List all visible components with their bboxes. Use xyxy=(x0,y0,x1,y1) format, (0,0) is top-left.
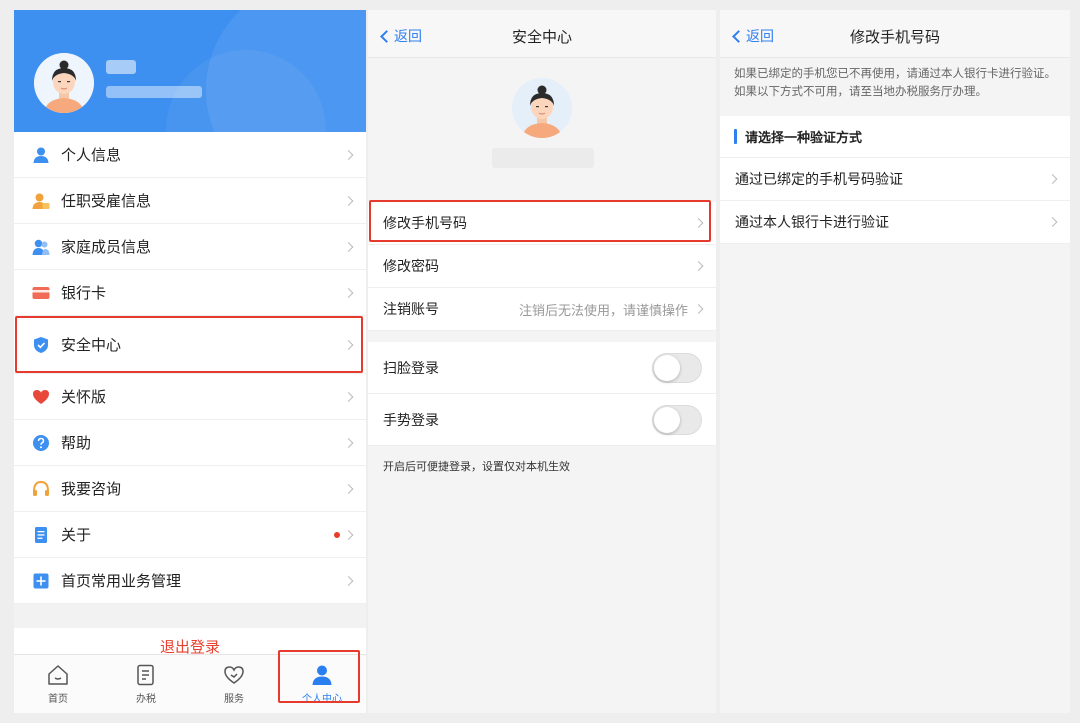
row-face-login: 扫脸登录 xyxy=(368,342,716,394)
chevron-right-icon xyxy=(1047,217,1058,227)
tab-service[interactable]: 服务 xyxy=(190,655,278,713)
tax-icon xyxy=(137,664,154,686)
menu-item-employment-info[interactable]: 任职受雇信息 xyxy=(14,178,366,224)
toggle-note: 开启后可便捷登录，设置仅对本机生效 xyxy=(383,460,570,473)
menu-item-home-shortcut-management[interactable]: 首页常用业务管理 xyxy=(14,558,366,604)
user-id-redacted xyxy=(106,86,202,98)
employment-icon xyxy=(32,192,50,210)
avatar[interactable] xyxy=(34,53,94,113)
personal-center-screen: 个人信息 任职受雇信息 家庭成员信息 银行卡 安全中心 关怀版 帮助 我要咨询 … xyxy=(14,10,366,713)
tab-tax[interactable]: 办税 xyxy=(102,655,190,713)
plus-square-icon xyxy=(32,572,50,590)
highlight-change-phone xyxy=(369,200,711,242)
menu-item-help[interactable]: 帮助 xyxy=(14,420,366,466)
nav-bar: 返回 安全中心 xyxy=(368,10,716,58)
person-icon xyxy=(32,146,50,164)
chevron-right-icon xyxy=(343,529,354,540)
bank-card-icon xyxy=(32,284,50,302)
option-verify-by-bound-phone[interactable]: 通过已绑定的手机号码验证 xyxy=(720,158,1070,201)
chevron-right-icon xyxy=(693,304,704,314)
notification-dot xyxy=(334,531,340,538)
menu-item-about[interactable]: 关于 xyxy=(14,512,366,558)
avatar-portrait-icon xyxy=(34,53,94,113)
menu-item-care-mode[interactable]: 关怀版 xyxy=(14,374,366,420)
help-icon xyxy=(32,434,50,452)
user-name-redacted xyxy=(106,60,136,74)
avatar xyxy=(512,78,572,138)
user-name-redacted xyxy=(492,148,594,168)
home-icon xyxy=(48,665,68,685)
notice-text: 如果已绑定的手机您已不再使用，请通过本人银行卡进行验证。如果以下方式不可用，请至… xyxy=(720,58,1070,116)
chevron-right-icon xyxy=(343,391,354,402)
chevron-right-icon xyxy=(1047,174,1058,184)
row-cancel-account[interactable]: 注销账号 注销后无法使用，请谨慎操作 xyxy=(368,288,716,331)
tab-home[interactable]: 首页 xyxy=(14,655,102,713)
avatar-portrait-icon xyxy=(512,78,572,138)
section-header: 请选择一种验证方式 xyxy=(720,116,1070,158)
family-icon xyxy=(32,238,50,256)
chevron-right-icon xyxy=(343,195,354,206)
chevron-right-icon xyxy=(343,483,354,494)
chevron-right-icon xyxy=(343,287,354,298)
service-icon xyxy=(224,666,244,684)
menu-item-consult[interactable]: 我要咨询 xyxy=(14,466,366,512)
highlight-personal-center-tab xyxy=(278,650,360,703)
menu-item-family-info[interactable]: 家庭成员信息 xyxy=(14,224,366,270)
security-center-screen: 返回 安全中心 修改手机号码 修改密码 注销账号 注销后无法使用，请谨慎操作 扫… xyxy=(368,10,716,713)
page-title: 修改手机号码 xyxy=(849,28,940,46)
change-phone-screen: 返回 修改手机号码 如果已绑定的手机您已不再使用，请通过本人银行卡进行验证。如果… xyxy=(720,10,1070,713)
chevron-right-icon xyxy=(343,241,354,252)
highlight-security-center xyxy=(15,316,363,373)
heart-icon xyxy=(32,388,50,406)
gesture-login-toggle[interactable] xyxy=(652,404,702,435)
chevron-right-icon xyxy=(343,149,354,160)
nav-bar: 返回 修改手机号码 xyxy=(720,10,1070,58)
document-icon xyxy=(32,526,50,544)
row-change-password[interactable]: 修改密码 xyxy=(368,245,716,288)
face-login-toggle[interactable] xyxy=(652,352,702,383)
chevron-right-icon xyxy=(343,575,354,586)
row-gesture-login: 手势登录 xyxy=(368,394,716,446)
chevron-right-icon xyxy=(693,261,704,271)
menu-item-bank-card[interactable]: 银行卡 xyxy=(14,270,366,316)
headset-icon xyxy=(32,480,50,498)
page-title: 安全中心 xyxy=(511,28,572,46)
option-verify-by-bank-card[interactable]: 通过本人银行卡进行验证 xyxy=(720,201,1070,244)
menu-item-personal-info[interactable]: 个人信息 xyxy=(14,132,366,178)
profile-summary xyxy=(368,58,716,198)
chevron-right-icon xyxy=(343,437,354,448)
profile-header xyxy=(14,10,366,132)
